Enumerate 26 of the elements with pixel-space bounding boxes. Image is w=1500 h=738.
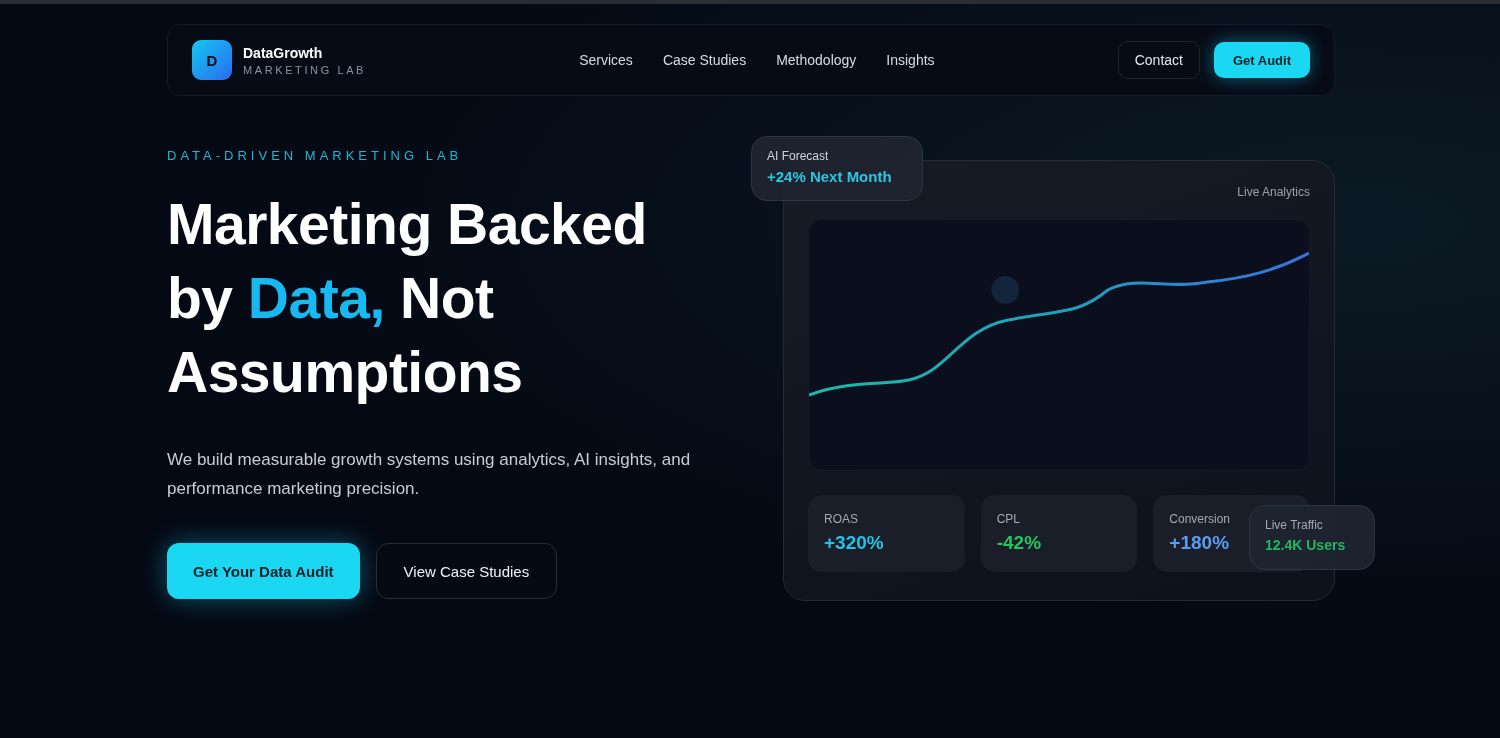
get-audit-button[interactable]: Get Audit — [1213, 42, 1310, 78]
metric-value: +320% — [824, 532, 884, 554]
metric-label: CPL — [996, 512, 1020, 526]
case-studies-button[interactable]: View Case Studies — [375, 543, 558, 599]
metric-label: Conversion — [1169, 512, 1231, 526]
contact-button[interactable]: Contact — [1117, 41, 1200, 79]
metric-value: -42% — [996, 532, 1042, 554]
nav-link[interactable]: Case Studies — [662, 52, 747, 68]
nav-link[interactable]: Insights — [886, 52, 935, 68]
forecast-label: AI Forecast — [767, 149, 829, 163]
headline: Marketing Backed by Data, Not Assumptions — [167, 191, 648, 406]
traffic-label: Live Traffic — [1265, 518, 1323, 532]
card-label: Live Analytics — [1237, 185, 1310, 199]
nav-link[interactable]: Methodology — [776, 52, 857, 68]
eyebrow-text: DATA-DRIVEN MARKETING LAB — [167, 148, 464, 163]
data-audit-button[interactable]: Get Your Data Audit — [167, 543, 360, 599]
nav-link[interactable]: Services — [579, 52, 633, 68]
metric-value: +180% — [1169, 532, 1230, 554]
forecast-value: +24% Next Month — [767, 168, 892, 185]
traffic-value: 12.4K Users — [1265, 537, 1346, 553]
logo-icon: D — [192, 40, 232, 80]
brand-name: DataGrowth — [243, 44, 324, 61]
metric-label: ROAS — [824, 512, 858, 526]
hero-description: We build measurable growth systems using analytics, AI insights, and performance marketing precision. — [167, 449, 692, 500]
glow-dot-icon — [991, 276, 1020, 304]
brand-tagline: MARKETING LAB — [243, 63, 367, 76]
